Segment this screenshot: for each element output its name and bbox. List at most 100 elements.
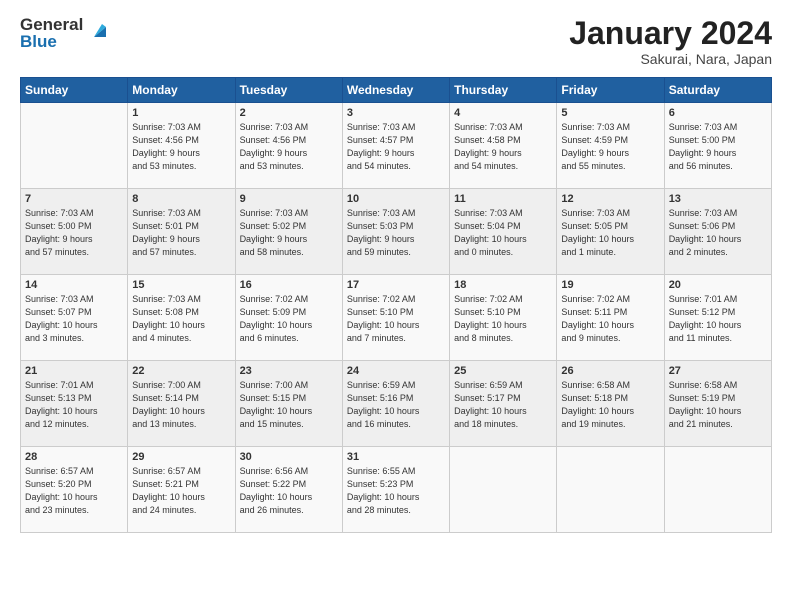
day-info: Sunrise: 7:03 AMSunset: 5:00 PMDaylight:… [669, 121, 767, 173]
header-cell-thursday: Thursday [450, 78, 557, 103]
day-cell: 31 Sunrise: 6:55 AMSunset: 5:23 PMDayligh… [342, 447, 449, 533]
day-info: Sunrise: 6:59 AMSunset: 5:17 PMDaylight:… [454, 379, 552, 431]
day-info: Sunrise: 6:57 AMSunset: 5:21 PMDaylight:… [132, 465, 230, 517]
day-info: Sunrise: 6:58 AMSunset: 5:19 PMDaylight:… [669, 379, 767, 431]
day-info: Sunrise: 7:02 AMSunset: 5:10 PMDaylight:… [454, 293, 552, 345]
day-info: Sunrise: 7:03 AMSunset: 5:03 PMDaylight:… [347, 207, 445, 259]
day-info: Sunrise: 7:03 AMSunset: 5:01 PMDaylight:… [132, 207, 230, 259]
week-row-4: 21 Sunrise: 7:01 AMSunset: 5:13 PMDayligh… [21, 361, 772, 447]
day-number: 7 [25, 193, 123, 205]
day-cell: 28 Sunrise: 6:57 AMSunset: 5:20 PMDayligh… [21, 447, 128, 533]
day-info: Sunrise: 7:03 AMSunset: 5:02 PMDaylight:… [240, 207, 338, 259]
day-number: 5 [561, 107, 659, 119]
day-cell: 21 Sunrise: 7:01 AMSunset: 5:13 PMDayligh… [21, 361, 128, 447]
calendar-table: SundayMondayTuesdayWednesdayThursdayFrid… [20, 77, 772, 533]
day-number: 10 [347, 193, 445, 205]
day-number: 3 [347, 107, 445, 119]
day-info: Sunrise: 7:03 AMSunset: 5:05 PMDaylight:… [561, 207, 659, 259]
day-number: 31 [347, 451, 445, 463]
day-info: Sunrise: 6:55 AMSunset: 5:23 PMDaylight:… [347, 465, 445, 517]
day-info: Sunrise: 7:03 AMSunset: 4:58 PMDaylight:… [454, 121, 552, 173]
day-number: 2 [240, 107, 338, 119]
day-number: 30 [240, 451, 338, 463]
day-cell: 22 Sunrise: 7:00 AMSunset: 5:14 PMDayligh… [128, 361, 235, 447]
day-cell: 15Sunrise: 7:03 AMSunset: 5:08 PMDayligh… [128, 275, 235, 361]
day-info: Sunrise: 7:03 AMSunset: 4:56 PMDaylight:… [132, 121, 230, 173]
day-cell: 5Sunrise: 7:03 AMSunset: 4:59 PMDaylight… [557, 103, 664, 189]
day-cell: 17 Sunrise: 7:02 AMSunset: 5:10 PMDayligh… [342, 275, 449, 361]
day-info: Sunrise: 7:03 AMSunset: 5:04 PMDaylight:… [454, 207, 552, 259]
logo-general: General [20, 16, 83, 33]
logo: General Blue [20, 16, 110, 50]
day-cell: 27 Sunrise: 6:58 AMSunset: 5:19 PMDayligh… [664, 361, 771, 447]
day-cell: 16Sunrise: 7:02 AMSunset: 5:09 PMDayligh… [235, 275, 342, 361]
day-cell [450, 447, 557, 533]
logo-icon [86, 19, 110, 43]
day-number: 8 [132, 193, 230, 205]
title-block: January 2024 Sakurai, Nara, Japan [569, 16, 772, 67]
day-cell: 20 Sunrise: 7:01 AMSunset: 5:12 PMDayligh… [664, 275, 771, 361]
day-cell: 7 Sunrise: 7:03 AMSunset: 5:00 PMDaylight… [21, 189, 128, 275]
day-cell: 8 Sunrise: 7:03 AMSunset: 5:01 PMDaylight… [128, 189, 235, 275]
header-cell-saturday: Saturday [664, 78, 771, 103]
day-number: 22 [132, 365, 230, 377]
header-row: SundayMondayTuesdayWednesdayThursdayFrid… [21, 78, 772, 103]
day-info: Sunrise: 7:01 AMSunset: 5:13 PMDaylight:… [25, 379, 123, 431]
day-info: Sunrise: 6:57 AMSunset: 5:20 PMDaylight:… [25, 465, 123, 517]
logo-block: General Blue [20, 16, 110, 50]
day-info: Sunrise: 7:01 AMSunset: 5:12 PMDaylight:… [669, 293, 767, 345]
day-number: 24 [347, 365, 445, 377]
day-number: 28 [25, 451, 123, 463]
day-number: 12 [561, 193, 659, 205]
day-number: 25 [454, 365, 552, 377]
day-cell: 11 Sunrise: 7:03 AMSunset: 5:04 PMDayligh… [450, 189, 557, 275]
day-number: 17 [347, 279, 445, 291]
day-cell [21, 103, 128, 189]
week-row-2: 7 Sunrise: 7:03 AMSunset: 5:00 PMDaylight… [21, 189, 772, 275]
header-cell-monday: Monday [128, 78, 235, 103]
day-info: Sunrise: 7:03 AMSunset: 4:56 PMDaylight:… [240, 121, 338, 173]
day-info: Sunrise: 7:00 AMSunset: 5:15 PMDaylight:… [240, 379, 338, 431]
day-cell: 3Sunrise: 7:03 AMSunset: 4:57 PMDaylight… [342, 103, 449, 189]
day-info: Sunrise: 7:02 AMSunset: 5:10 PMDaylight:… [347, 293, 445, 345]
day-cell [557, 447, 664, 533]
day-cell: 13 Sunrise: 7:03 AMSunset: 5:06 PMDayligh… [664, 189, 771, 275]
day-cell: 18 Sunrise: 7:02 AMSunset: 5:10 PMDayligh… [450, 275, 557, 361]
day-cell: 23 Sunrise: 7:00 AMSunset: 5:15 PMDayligh… [235, 361, 342, 447]
day-cell: 2 Sunrise: 7:03 AMSunset: 4:56 PMDaylight… [235, 103, 342, 189]
calendar-title: January 2024 [569, 16, 772, 51]
day-number: 18 [454, 279, 552, 291]
day-number: 11 [454, 193, 552, 205]
day-cell: 9 Sunrise: 7:03 AMSunset: 5:02 PMDaylight… [235, 189, 342, 275]
day-info: Sunrise: 7:02 AMSunset: 5:11 PMDaylight:… [561, 293, 659, 345]
day-number: 19 [561, 279, 659, 291]
day-cell: 1Sunrise: 7:03 AMSunset: 4:56 PMDaylight… [128, 103, 235, 189]
day-number: 14 [25, 279, 123, 291]
day-number: 15 [132, 279, 230, 291]
day-info: Sunrise: 7:03 AMSunset: 5:07 PMDaylight:… [25, 293, 123, 345]
header-cell-sunday: Sunday [21, 78, 128, 103]
logo-blue: Blue [20, 33, 83, 50]
day-info: Sunrise: 7:03 AMSunset: 5:00 PMDaylight:… [25, 207, 123, 259]
day-number: 9 [240, 193, 338, 205]
header-cell-friday: Friday [557, 78, 664, 103]
day-cell: 25 Sunrise: 6:59 AMSunset: 5:17 PMDayligh… [450, 361, 557, 447]
day-number: 13 [669, 193, 767, 205]
week-row-5: 28 Sunrise: 6:57 AMSunset: 5:20 PMDayligh… [21, 447, 772, 533]
page: General Blue January 2024 Sakurai, Nara,… [0, 0, 792, 543]
day-cell: 4Sunrise: 7:03 AMSunset: 4:58 PMDaylight… [450, 103, 557, 189]
day-number: 21 [25, 365, 123, 377]
day-number: 23 [240, 365, 338, 377]
day-number: 6 [669, 107, 767, 119]
day-number: 27 [669, 365, 767, 377]
day-info: Sunrise: 7:02 AMSunset: 5:09 PMDaylight:… [240, 293, 338, 345]
day-number: 20 [669, 279, 767, 291]
day-info: Sunrise: 6:58 AMSunset: 5:18 PMDaylight:… [561, 379, 659, 431]
day-cell [664, 447, 771, 533]
calendar-subtitle: Sakurai, Nara, Japan [569, 51, 772, 67]
day-cell: 26Sunrise: 6:58 AMSunset: 5:18 PMDayligh… [557, 361, 664, 447]
day-info: Sunrise: 7:00 AMSunset: 5:14 PMDaylight:… [132, 379, 230, 431]
day-info: Sunrise: 7:03 AMSunset: 5:06 PMDaylight:… [669, 207, 767, 259]
day-cell: 14 Sunrise: 7:03 AMSunset: 5:07 PMDayligh… [21, 275, 128, 361]
day-info: Sunrise: 6:59 AMSunset: 5:16 PMDaylight:… [347, 379, 445, 431]
